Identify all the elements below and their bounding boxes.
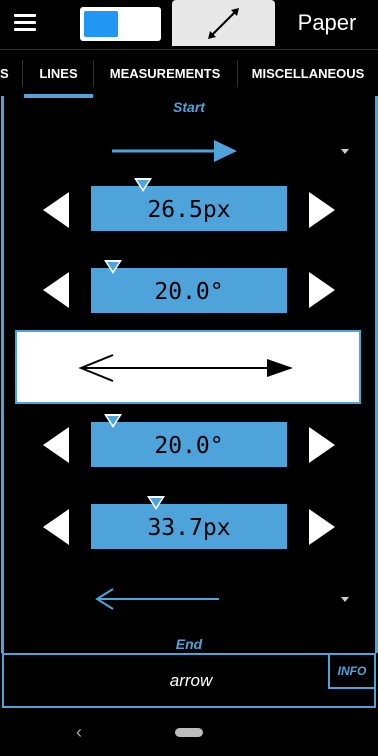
end-angle-decrease-button[interactable]	[43, 427, 69, 463]
nav-home-pill-icon[interactable]	[175, 728, 203, 737]
line-type-label: arrow	[169, 671, 213, 690]
start-length-value[interactable]: 26.5px	[91, 186, 287, 231]
tab-measurements[interactable]: MEASUREMENTS	[94, 50, 236, 97]
end-angle-value[interactable]: 20.0°	[91, 422, 287, 467]
end-angle-increase-button[interactable]	[309, 427, 335, 463]
end-length-value[interactable]: 33.7px	[91, 504, 287, 549]
end-style-dropdown-icon[interactable]	[341, 597, 349, 602]
line-tool-tab[interactable]	[172, 0, 275, 46]
color-picker-button[interactable]	[80, 7, 161, 41]
start-length-decrease-button[interactable]	[43, 192, 69, 228]
tab-lines[interactable]: LINES	[24, 50, 93, 97]
start-arrow-style-icon[interactable]	[110, 138, 240, 164]
color-swatch	[84, 11, 118, 37]
start-angle-decrease-button[interactable]	[43, 272, 69, 308]
line-type-bar: arrow INFO	[2, 653, 376, 708]
end-length-decrease-button[interactable]	[43, 509, 69, 545]
double-arrow-preview-icon	[78, 354, 293, 382]
end-length-slider-marker[interactable]	[147, 496, 165, 510]
info-button[interactable]: INFO	[328, 653, 376, 689]
start-style-dropdown-icon[interactable]	[341, 149, 349, 154]
tab-bar: S LINES MEASUREMENTS MISCELLANEOUS	[0, 49, 378, 98]
hamburger-menu-icon[interactable]	[14, 14, 36, 34]
tab-previous[interactable]: S	[0, 50, 12, 97]
tab-miscellaneous[interactable]: MISCELLANEOUS	[238, 50, 378, 97]
start-label: Start	[173, 99, 205, 115]
start-angle-slider-marker[interactable]	[104, 260, 122, 274]
start-angle-value[interactable]: 20.0°	[91, 268, 287, 313]
start-angle-increase-button[interactable]	[309, 272, 335, 308]
end-length-increase-button[interactable]	[309, 509, 335, 545]
line-preview	[15, 330, 361, 404]
paper-button[interactable]: Paper	[282, 10, 372, 36]
start-length-slider-marker[interactable]	[134, 178, 152, 192]
end-arrow-style-icon[interactable]	[93, 587, 223, 613]
diagonal-double-arrow-icon	[208, 8, 239, 39]
end-label: End	[175, 636, 203, 652]
start-length-increase-button[interactable]	[309, 192, 335, 228]
end-angle-slider-marker[interactable]	[104, 414, 122, 428]
nav-back-icon[interactable]: ‹	[76, 722, 82, 743]
